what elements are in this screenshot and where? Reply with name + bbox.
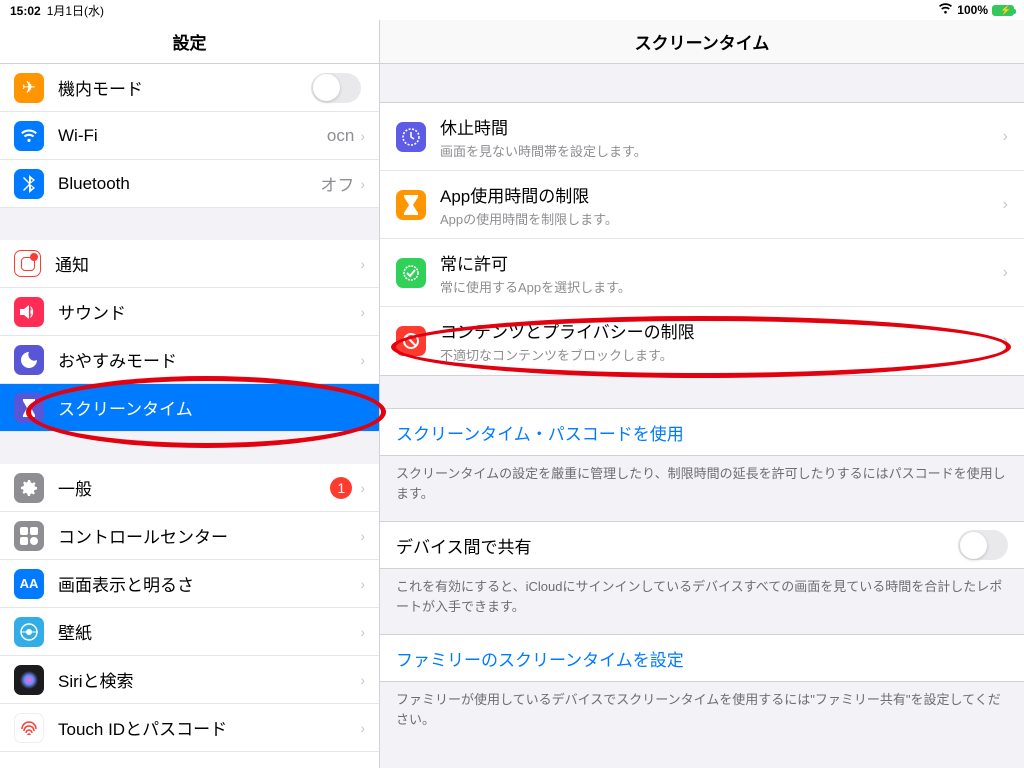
- row-always-allowed[interactable]: 常に許可 常に使用するAppを選択します。 ›: [380, 239, 1024, 307]
- group-passcode: スクリーンタイム・パスコードを使用: [380, 408, 1024, 456]
- sidebar-item-siri[interactable]: Siriと検索 ›: [0, 656, 379, 704]
- check-icon: [396, 258, 426, 288]
- row-share[interactable]: デバイス間で共有: [380, 522, 1024, 568]
- chevron-right-icon: ›: [360, 176, 365, 192]
- wifi-icon: [938, 3, 953, 17]
- group-family: ファミリーのスクリーンタイムを設定: [380, 634, 1024, 682]
- group-limits: 休止時間 画面を見ない時間帯を設定します。 › App使用時間の制限 Appの使…: [380, 102, 1024, 376]
- airplane-icon: ✈: [14, 73, 44, 103]
- row-title: App使用時間の制限: [440, 182, 1003, 207]
- update-badge: 1: [330, 477, 352, 499]
- control-center-icon: [14, 521, 44, 551]
- sidebar-item-label: 通知: [55, 251, 360, 276]
- chevron-right-icon: ›: [1003, 264, 1008, 282]
- chevron-right-icon: ›: [360, 576, 365, 592]
- chevron-right-icon: ›: [360, 528, 365, 544]
- sidebar-item-label: Bluetooth: [58, 174, 320, 194]
- battery-percent: 100%: [957, 3, 988, 17]
- row-sub: 画面を見ない時間帯を設定します。: [440, 141, 1003, 160]
- row-sub: 不適切なコンテンツをブロックします。: [440, 345, 1003, 364]
- sidebar-item-wifi[interactable]: Wi-Fi ocn ›: [0, 112, 379, 160]
- row-title: 常に許可: [440, 250, 1003, 275]
- sidebar-item-control-center[interactable]: コントロールセンター ›: [0, 512, 379, 560]
- wallpaper-icon: [14, 617, 44, 647]
- sidebar-item-general[interactable]: 一般 1 ›: [0, 464, 379, 512]
- sidebar-item-label: Touch IDとパスコード: [58, 715, 360, 740]
- wifi-icon: [14, 121, 44, 151]
- moon-icon: [14, 345, 44, 375]
- chevron-right-icon: ›: [1003, 332, 1008, 350]
- fingerprint-icon: [14, 713, 44, 743]
- chevron-right-icon: ›: [360, 720, 365, 736]
- airplane-toggle[interactable]: [311, 73, 361, 103]
- chevron-right-icon: ›: [360, 352, 365, 368]
- sidebar-item-label: 壁紙: [58, 619, 360, 644]
- display-icon: AA: [14, 569, 44, 599]
- sounds-icon: [14, 297, 44, 327]
- clock-icon: [396, 122, 426, 152]
- sidebar-item-dnd[interactable]: おやすみモード ›: [0, 336, 379, 384]
- hourglass-icon: [396, 190, 426, 220]
- sidebar-item-label: Siriと検索: [58, 667, 360, 692]
- sidebar-item-bluetooth[interactable]: Bluetooth オフ ›: [0, 160, 379, 208]
- chevron-right-icon: ›: [360, 480, 365, 496]
- sidebar-item-touchid[interactable]: Touch IDとパスコード ›: [0, 704, 379, 752]
- sidebar-item-label: 機内モード: [58, 75, 311, 100]
- row-title: コンテンツとプライバシーの制限: [440, 318, 1003, 343]
- sidebar-title: 設定: [0, 20, 379, 64]
- settings-sidebar: 設定 ✈ 機内モード Wi-Fi ocn › Bluetooth オフ: [0, 20, 380, 768]
- gear-icon: [14, 473, 44, 503]
- note-passcode: スクリーンタイムの設定を厳重に管理したり、制限時間の延長を許可したりするにはパス…: [380, 456, 1024, 521]
- hourglass-icon: [14, 393, 44, 423]
- note-family: ファミリーが使用しているデバイスでスクリーンタイムを使用するには"ファミリー共有…: [380, 682, 1024, 747]
- row-title: デバイス間で共有: [396, 533, 532, 558]
- notifications-icon: [14, 250, 41, 277]
- detail-title: スクリーンタイム: [380, 20, 1024, 64]
- row-sub: Appの使用時間を制限します。: [440, 209, 1003, 228]
- chevron-right-icon: ›: [360, 672, 365, 688]
- sidebar-item-notifications[interactable]: 通知 ›: [0, 240, 379, 288]
- sidebar-item-wallpaper[interactable]: 壁紙 ›: [0, 608, 379, 656]
- sidebar-item-label: Wi-Fi: [58, 126, 327, 146]
- link-family[interactable]: ファミリーのスクリーンタイムを設定: [380, 635, 1024, 681]
- sidebar-item-label: コントロールセンター: [58, 523, 360, 548]
- chevron-right-icon: ›: [360, 304, 365, 320]
- bluetooth-value: オフ: [320, 171, 354, 196]
- siri-icon: [14, 665, 44, 695]
- sidebar-item-label: おやすみモード: [58, 347, 360, 372]
- bluetooth-icon: [14, 169, 44, 199]
- link-passcode[interactable]: スクリーンタイム・パスコードを使用: [380, 409, 1024, 455]
- status-bar: 15:02 1月1日(水) 100% ⚡: [0, 0, 1024, 20]
- sidebar-item-airplane[interactable]: ✈ 機内モード: [0, 64, 379, 112]
- note-share: これを有効にすると、iCloudにサインインしているデバイスすべての画面を見てい…: [380, 569, 1024, 634]
- row-content-privacy[interactable]: コンテンツとプライバシーの制限 不適切なコンテンツをブロックします。 ›: [380, 307, 1024, 375]
- chevron-right-icon: ›: [360, 256, 365, 272]
- wifi-value: ocn: [327, 126, 354, 146]
- chevron-right-icon: ›: [1003, 196, 1008, 214]
- row-app-limits[interactable]: App使用時間の制限 Appの使用時間を制限します。 ›: [380, 171, 1024, 239]
- detail-pane: スクリーンタイム 休止時間 画面を見ない時間帯を設定します。 ›: [380, 20, 1024, 768]
- share-toggle[interactable]: [958, 530, 1008, 560]
- chevron-right-icon: ›: [360, 128, 365, 144]
- chevron-right-icon: ›: [1003, 128, 1008, 146]
- chevron-right-icon: ›: [360, 624, 365, 640]
- sidebar-item-display[interactable]: AA 画面表示と明るさ ›: [0, 560, 379, 608]
- sidebar-item-label: 画面表示と明るさ: [58, 571, 360, 596]
- sidebar-item-label: サウンド: [58, 299, 360, 324]
- prohibited-icon: [396, 326, 426, 356]
- row-downtime[interactable]: 休止時間 画面を見ない時間帯を設定します。 ›: [380, 103, 1024, 171]
- sidebar-item-sounds[interactable]: サウンド ›: [0, 288, 379, 336]
- status-time: 15:02: [10, 4, 41, 18]
- status-date: 1月1日(水): [47, 4, 104, 18]
- row-sub: 常に使用するAppを選択します。: [440, 277, 1003, 296]
- row-title: 休止時間: [440, 114, 1003, 139]
- sidebar-item-screentime[interactable]: スクリーンタイム: [0, 384, 379, 432]
- group-share: デバイス間で共有: [380, 521, 1024, 569]
- battery-icon: ⚡: [992, 5, 1014, 16]
- sidebar-item-label: スクリーンタイム: [58, 395, 365, 420]
- sidebar-item-label: 一般: [58, 475, 330, 500]
